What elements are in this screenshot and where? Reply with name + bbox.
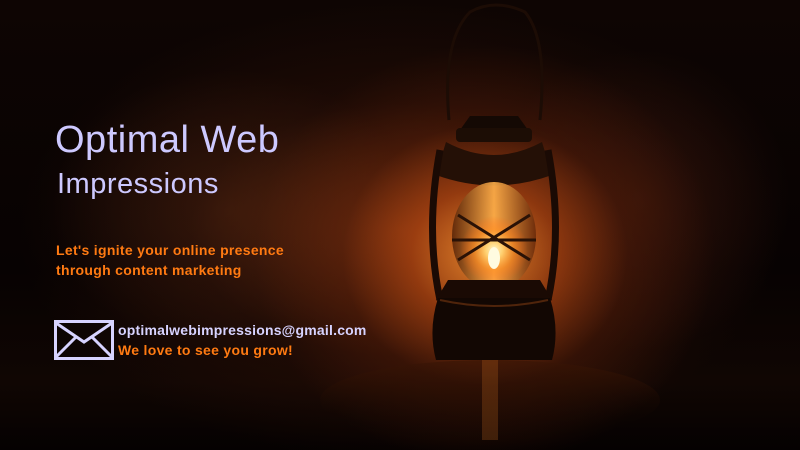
brand-title: Optimal Web [55, 119, 280, 161]
lantern-handle [446, 3, 544, 121]
tagline-line-2: through content marketing [56, 262, 242, 278]
lantern-background-image [320, 3, 660, 440]
tagline-line-1: Let's ignite your online presence [56, 242, 284, 258]
envelope-icon [54, 320, 114, 360]
tagline: Let's ignite your online presence throug… [56, 240, 376, 280]
lantern-hood [436, 142, 552, 186]
reflection-streak [482, 360, 498, 440]
lantern-frame-right [544, 149, 559, 301]
lantern-flame [488, 247, 500, 269]
lantern-frame-left [429, 149, 444, 301]
lantern-tank [432, 298, 556, 360]
brand-subtitle: Impressions [57, 168, 219, 200]
promo-banner: Optimal Web Impressions Let's ignite you… [0, 0, 800, 450]
contact-email[interactable]: optimalwebimpressions@gmail.com [118, 322, 367, 338]
lantern-top-plate [456, 128, 532, 142]
contact-slogan: We love to see you grow! [118, 342, 293, 358]
lantern-cap [460, 116, 528, 130]
lantern-burner [436, 280, 552, 300]
